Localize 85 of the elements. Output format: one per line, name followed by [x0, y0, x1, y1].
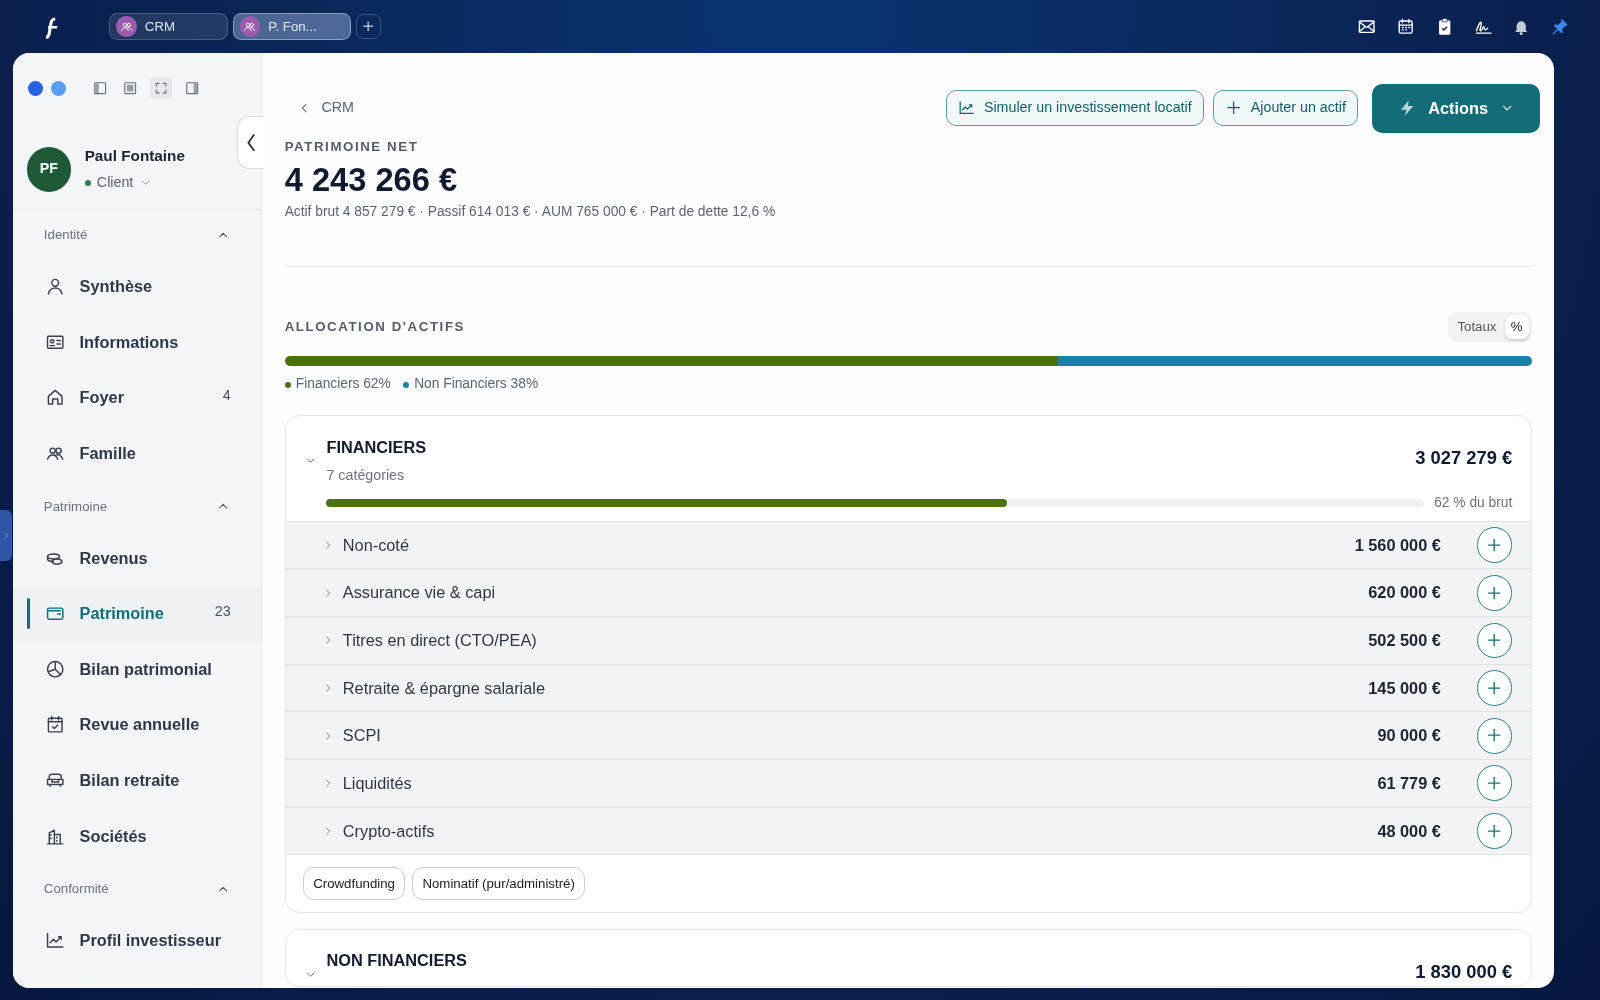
row-label: Liquidités	[342, 773, 412, 795]
collapse-sidebar-button[interactable]	[236, 116, 265, 170]
plus-icon	[1225, 99, 1243, 117]
count: 4	[222, 385, 231, 405]
window-control-icon[interactable]	[51, 80, 67, 96]
row-amount: 502 500 €	[1368, 630, 1441, 652]
category-title: NON FINANCIERS	[326, 950, 467, 972]
category-title: FINANCIERS	[326, 436, 427, 458]
section-label: ALLOCATION D'ACTIFS	[284, 317, 465, 336]
legend-label: Non Financiers 38%	[414, 375, 539, 394]
outline-button[interactable]: Ajouter un actif	[1213, 90, 1359, 126]
nav-item[interactable]: Famille	[13, 425, 262, 482]
net-worth-value: 4 243 266 €	[284, 160, 459, 199]
client-name: Paul Fontaine	[84, 145, 185, 166]
actions-button[interactable]: Actions	[1372, 83, 1540, 133]
nav-item[interactable]: Profil investisseur	[13, 912, 262, 969]
category-count: 7 catégories	[326, 466, 406, 486]
category-total: 3 027 279 €	[1415, 446, 1513, 470]
legend-label: Financiers 62%	[295, 375, 391, 394]
nav-icon	[44, 658, 66, 680]
row-label: SCPI	[342, 725, 381, 747]
add-button[interactable]	[1476, 574, 1513, 611]
tag[interactable]: Crowdfunding	[303, 867, 406, 900]
section-title: Identité	[43, 226, 88, 245]
calendar-icon[interactable]	[1396, 16, 1416, 37]
row-amount: 1 560 000 €	[1354, 534, 1441, 556]
outline-button[interactable]: Simuler un investissement locatif	[946, 90, 1204, 126]
nav-item[interactable]: Synthèse	[13, 258, 262, 315]
app-tab[interactable]: P. Fon...	[232, 13, 351, 40]
section-label: PATRIMOINE NET	[284, 137, 420, 156]
nav-item[interactable]: Bilan retraite	[13, 752, 262, 809]
row-label: Titres en direct (CTO/PEA)	[342, 630, 537, 652]
add-button[interactable]	[1476, 622, 1513, 659]
sidebar-layout-icon[interactable]	[91, 80, 109, 97]
nav-item[interactable]: Patrimoine 23	[13, 585, 262, 642]
section-title: Patrimoine	[43, 497, 108, 516]
toggle-option[interactable]: Totaux	[1451, 314, 1503, 339]
row-label: Retraite & épargne salariale	[342, 677, 545, 699]
category-row[interactable]: Non-coté 1 560 000 €	[285, 520, 1531, 569]
category-row[interactable]: Liquidités 61 779 €	[285, 758, 1531, 807]
nav-item[interactable]: Bilan patrimonial	[13, 641, 262, 697]
category-row[interactable]: Titres en direct (CTO/PEA) 502 500 €	[285, 616, 1531, 664]
category-row[interactable]: Retraite & épargne salariale 145 000 €	[285, 663, 1531, 712]
tag[interactable]: Nominatif (pur/administré)	[412, 867, 585, 900]
count: 23	[214, 601, 231, 621]
nav-item[interactable]: Revenus	[13, 530, 262, 586]
share-label: 62 % du brut	[1434, 493, 1513, 512]
row-amount: 145 000 €	[1368, 677, 1441, 699]
trend-chart-icon	[958, 99, 976, 117]
add-button[interactable]	[1476, 670, 1513, 706]
status-dropdown[interactable]: Client	[84, 171, 153, 194]
chevron-left-icon	[246, 134, 256, 152]
toggle-option[interactable]: %	[1504, 314, 1529, 339]
pin-icon[interactable]	[1550, 16, 1570, 37]
category-row[interactable]: Crypto-actifs 48 000 €	[285, 806, 1531, 855]
new-tab-button[interactable]	[356, 14, 381, 39]
expand-panel-button[interactable]	[0, 510, 13, 562]
plus-icon	[361, 19, 376, 34]
row-label: Non-coté	[342, 534, 409, 556]
category-total: 1 830 000 €	[1415, 959, 1513, 984]
category-row[interactable]: Assurance vie & capi 620 000 €	[285, 568, 1531, 617]
nav-item[interactable]: Informations	[13, 314, 262, 370]
avatar[interactable]: PF	[26, 146, 72, 192]
nav-icon	[44, 930, 66, 951]
row-amount: 48 000 €	[1377, 820, 1441, 842]
row-amount: 61 779 €	[1377, 773, 1441, 795]
back-link[interactable]: CRM	[296, 97, 354, 119]
section-title: Conformité	[43, 880, 109, 899]
add-button[interactable]	[1476, 717, 1513, 754]
nav-item[interactable]: Revue annuelle	[13, 696, 262, 753]
row-amount: 620 000 €	[1368, 582, 1441, 604]
right-panel-icon[interactable]	[183, 80, 200, 97]
net-worth-details: Actif brut 4 857 279 € · Passif 614 013 € · AUM 765 000 € · Part de dette 12,6 %	[284, 203, 777, 222]
add-button[interactable]	[1476, 765, 1513, 802]
window-control-icon[interactable]	[27, 80, 43, 96]
add-button[interactable]	[1476, 527, 1513, 563]
row-label: Crypto-actifs	[342, 820, 435, 842]
nav-item[interactable]: Sociétés	[13, 808, 262, 864]
row-label: Assurance vie & capi	[342, 582, 496, 604]
panel-layout-icon[interactable]	[122, 80, 139, 97]
row-amount: 90 000 €	[1377, 725, 1441, 747]
add-button[interactable]	[1476, 813, 1513, 849]
nav-item[interactable]: Foyer 4	[13, 369, 262, 426]
category-row[interactable]: SCPI 90 000 €	[285, 711, 1531, 759]
app-tab[interactable]: CRM	[109, 13, 228, 40]
